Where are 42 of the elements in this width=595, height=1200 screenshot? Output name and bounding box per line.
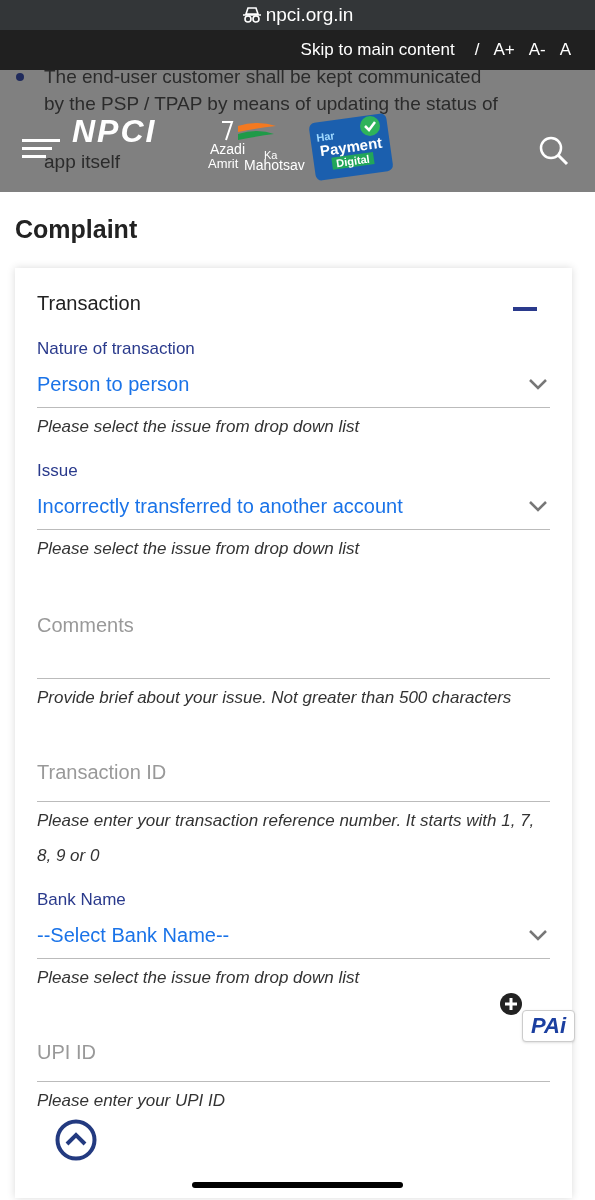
top-link[interactable]: A+	[493, 37, 515, 63]
page-title: Complaint	[14, 214, 139, 244]
logo-text: Amrit	[208, 157, 239, 171]
bullet-text-line: by the PSP / TPAP by means of updating the status of	[44, 92, 498, 116]
hint-text: Please select the issue from drop down list	[37, 967, 361, 989]
select-value: Incorrectly transferred to another account	[37, 493, 403, 519]
hint-text: Please enter your transaction reference number. It starts with 1, 7, 8, 9 or 0	[37, 810, 536, 867]
hint-text: Provide brief about your issue. Not greater than 500 characters	[37, 687, 513, 709]
add-icon[interactable]	[500, 993, 522, 1015]
field-label: Nature of transaction	[37, 338, 196, 360]
chevron-down-icon	[528, 928, 548, 941]
npci-logo[interactable]: NPCI	[72, 116, 157, 146]
top-link[interactable]: A-	[528, 37, 546, 63]
chat-assistant-button[interactable]: PAi	[522, 1010, 575, 1042]
chevron-down-icon	[528, 377, 548, 390]
section-title: Transaction	[37, 291, 141, 316]
input-field[interactable]: Transaction ID	[37, 755, 550, 802]
select-value: --Select Bank Name--	[37, 922, 230, 948]
select-value: Person to person	[37, 371, 190, 397]
separator-text: /	[474, 39, 480, 62]
incognito-icon	[241, 7, 262, 23]
hint-text: Please select the issue from drop down list	[37, 416, 361, 438]
bullet-text-line: app itself	[44, 150, 121, 174]
select-field[interactable]: Incorrectly transferred to another account	[37, 482, 550, 530]
chevron-down-icon	[528, 499, 548, 512]
comments-field[interactable]: Comments	[37, 594, 550, 679]
scroll-top-icon[interactable]	[55, 1119, 97, 1161]
select-field[interactable]: --Select Bank Name--	[37, 911, 550, 959]
collapse-icon[interactable]	[513, 304, 537, 314]
field-label: Issue	[37, 460, 79, 482]
top-link[interactable]: Skip to main content	[300, 37, 455, 63]
bullet-text-line: The end-user customer shall be kept communicated	[44, 65, 482, 89]
hint-text: Please enter your UPI ID	[37, 1090, 227, 1112]
select-field[interactable]: Person to person	[37, 360, 550, 408]
field-label: Bank Name	[37, 889, 127, 911]
hint-text: Please select the issue from drop down list	[37, 538, 361, 560]
url-text[interactable]: npci.org.in	[265, 0, 354, 30]
logo-text: Azadi	[210, 142, 246, 156]
top-link[interactable]: A	[559, 37, 571, 63]
menu-icon[interactable]	[22, 138, 62, 158]
search-icon[interactable]	[539, 136, 569, 166]
check-icon	[360, 116, 380, 136]
